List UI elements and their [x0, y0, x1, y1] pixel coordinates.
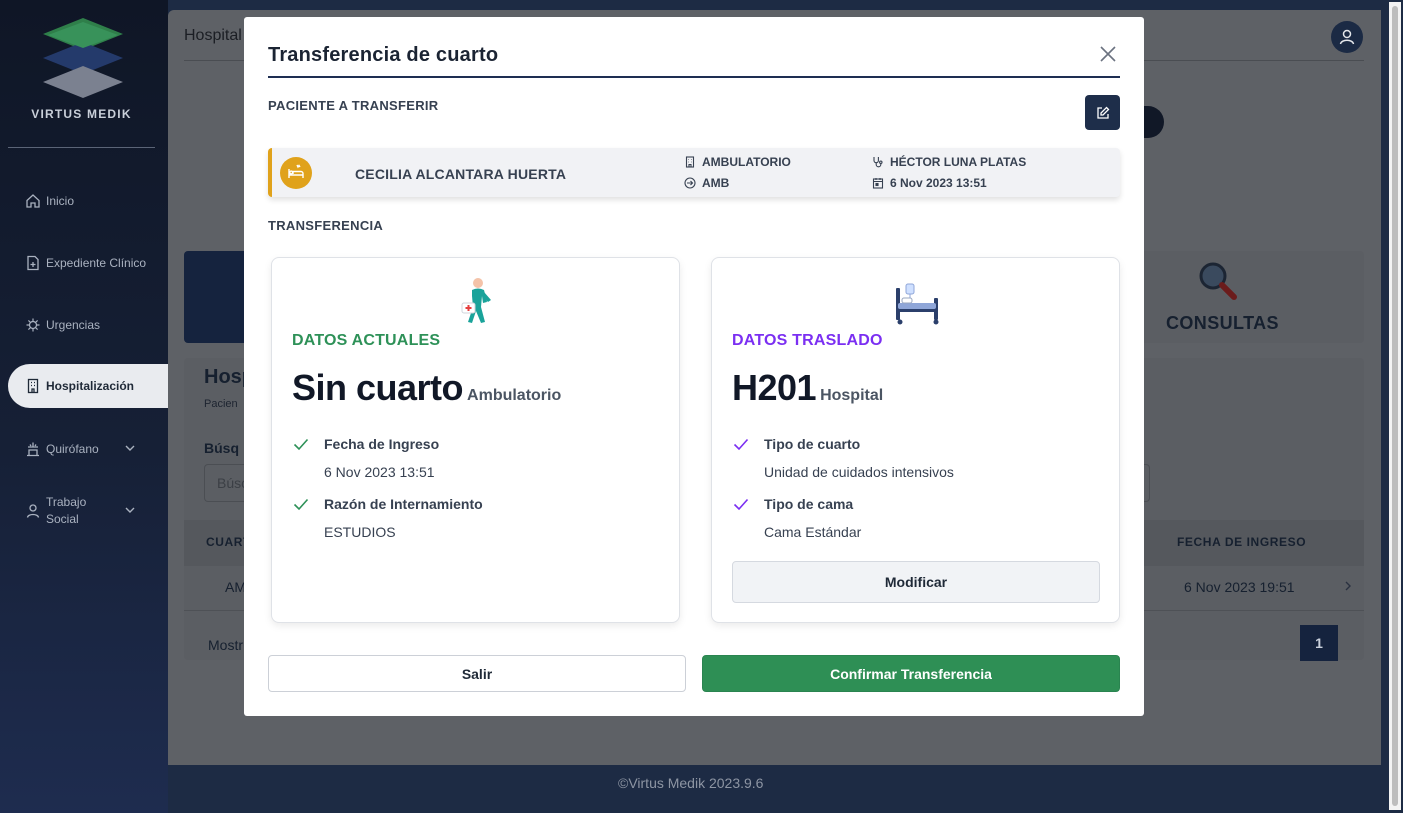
hospital-building-icon	[24, 377, 42, 395]
patient-doctor: HÉCTOR LUNA PLATAS	[872, 155, 1026, 169]
field-value: ESTUDIOS	[324, 524, 396, 540]
sidebar-item-hospitalizacion[interactable]: Hospitalización	[8, 364, 168, 408]
current-field-razon-internamiento: Razón de Internamiento	[292, 495, 483, 513]
field-value: Cama Estándar	[764, 524, 862, 540]
target-field-tipo-cuarto: Tipo de cuarto	[732, 435, 860, 453]
close-icon[interactable]	[1096, 42, 1120, 66]
chevron-down-icon	[125, 507, 135, 513]
field-label: Tipo de cuarto	[764, 436, 861, 452]
page-title: Hospital	[184, 27, 242, 44]
target-room: H201 Hospital	[732, 367, 883, 409]
sidebar-item-label: Expediente Clínico	[46, 256, 147, 270]
check-icon	[293, 438, 309, 451]
login-arrow-icon	[684, 177, 696, 189]
patient-bed-icon	[280, 157, 312, 189]
pagination-page-button[interactable]: 1	[1300, 625, 1338, 661]
virus-icon	[24, 316, 42, 334]
sidebar-item-urgencias[interactable]: Urgencias	[8, 303, 168, 347]
target-area: Hospital	[820, 387, 884, 404]
transfer-room-modal: Transferencia de cuarto PACIENTE A TRANS…	[244, 17, 1144, 716]
exit-button[interactable]: Salir	[268, 655, 686, 692]
check-icon	[293, 498, 309, 511]
field-value: 6 Nov 2023 13:51	[324, 464, 435, 480]
scrollbar-thumb[interactable]	[1392, 6, 1398, 806]
field-label: Tipo de cama	[764, 496, 854, 512]
sidebar-item-label: Quirófano	[46, 442, 99, 456]
current-field-fecha-ingreso: Fecha de Ingreso	[292, 435, 439, 453]
magnifier-icon	[1199, 262, 1237, 300]
table-cell-room: AM	[225, 579, 246, 595]
patient-area-label: AMBULATORIO	[702, 155, 791, 169]
sidebar-item-inicio[interactable]: Inicio	[8, 179, 168, 223]
table-cell-date: 6 Nov 2023 19:51	[1184, 579, 1295, 595]
footer-copyright: ©Virtus Medik 2023.9.6	[618, 775, 764, 791]
background-stat-card[interactable]	[184, 251, 244, 343]
stethoscope-icon	[873, 157, 883, 168]
modify-button[interactable]: Modificar	[732, 561, 1100, 603]
walking-patient-illustration	[272, 276, 679, 330]
current-data-card: DATOS ACTUALES Sin cuarto Ambulatorio Fec…	[271, 257, 680, 623]
surgery-lamp-icon	[24, 440, 42, 458]
edit-icon	[1096, 106, 1109, 119]
patient-area: AMBULATORIO	[684, 155, 791, 169]
check-icon	[733, 498, 749, 511]
transfer-section-heading: TRANSFERENCIA	[268, 218, 384, 233]
transfer-data-heading: DATOS TRASLADO	[732, 332, 883, 349]
check-icon	[733, 438, 749, 451]
current-room: Sin cuarto Ambulatorio	[292, 367, 561, 409]
patient-date-value: 6 Nov 2023 13:51	[890, 176, 987, 190]
calendar-icon	[872, 178, 884, 189]
chevron-down-icon	[125, 445, 135, 451]
patient-doctor-name: HÉCTOR LUNA PLATAS	[890, 155, 1027, 169]
patient-admission-date: 6 Nov 2023 13:51	[872, 176, 987, 190]
search-label: Búsq	[204, 440, 239, 456]
column-header-fecha-ingreso: FECHA DE INGRESO	[1177, 535, 1307, 549]
field-label: Fecha de Ingreso	[324, 436, 440, 452]
field-label: Razón de Internamiento	[324, 496, 483, 512]
modal-title: Transferencia de cuarto	[268, 44, 499, 66]
sidebar-item-label: Inicio	[46, 194, 75, 208]
sidebar-item-label: Hospitalización	[46, 379, 135, 393]
title-divider	[268, 76, 1120, 78]
page-scrollbar[interactable]	[1389, 2, 1401, 810]
field-value: Unidad de cuidados intensivos	[764, 464, 954, 480]
patient-section-heading: PACIENTE A TRANSFERIR	[268, 98, 439, 113]
hospital-building-icon	[685, 156, 695, 168]
sidebar-item-label: Urgencias	[46, 318, 101, 332]
virtus-medik-logo	[43, 18, 123, 98]
brand-name: VIRTUS MEDIK	[31, 107, 132, 121]
target-field-tipo-cama: Tipo de cama	[732, 495, 853, 513]
sidebar-item-expediente-clinico[interactable]: Expediente Clínico	[8, 241, 168, 285]
sidebar-item-label: Trabajo Social	[46, 495, 87, 526]
user-icon	[1339, 29, 1355, 45]
target-room-value: H201	[732, 367, 817, 408]
chevron-right-icon[interactable]	[1342, 580, 1354, 592]
person-icon	[24, 502, 42, 520]
sidebar: VIRTUS MEDIK Inicio Expediente Clínico U…	[0, 0, 168, 813]
patient-card: CECILIA ALCANTARA HUERTA AMBULATORIO AMB…	[268, 148, 1120, 197]
sidebar-item-quirofano[interactable]: Quirófano	[8, 427, 168, 471]
pagination-summary: Mostr	[208, 637, 243, 653]
confirm-transfer-button[interactable]: Confirmar Transferencia	[702, 655, 1120, 692]
panel-subtitle: Pacien	[204, 398, 238, 410]
sidebar-divider	[8, 147, 155, 148]
hospital-bed-illustration	[712, 276, 1119, 330]
transfer-data-card: DATOS TRASLADO H201 Hospital Tipo de cuar…	[711, 257, 1120, 623]
patient-area-code-label: AMB	[702, 176, 730, 190]
patient-name: CECILIA ALCANTARA HUERTA	[355, 166, 567, 182]
patient-area-code: AMB	[684, 176, 729, 190]
edit-patient-button[interactable]	[1085, 95, 1120, 130]
current-area: Ambulatorio	[467, 387, 562, 404]
sidebar-item-trabajo-social[interactable]: Trabajo Social	[8, 489, 168, 533]
user-avatar[interactable]	[1331, 21, 1363, 53]
consultas-label: CONSULTAS	[1166, 313, 1279, 333]
consultas-card[interactable]: CONSULTAS	[1144, 251, 1364, 343]
current-room-value: Sin cuarto	[292, 367, 464, 408]
home-icon	[24, 192, 42, 210]
current-data-heading: DATOS ACTUALES	[292, 332, 441, 349]
file-plus-icon	[24, 254, 42, 272]
